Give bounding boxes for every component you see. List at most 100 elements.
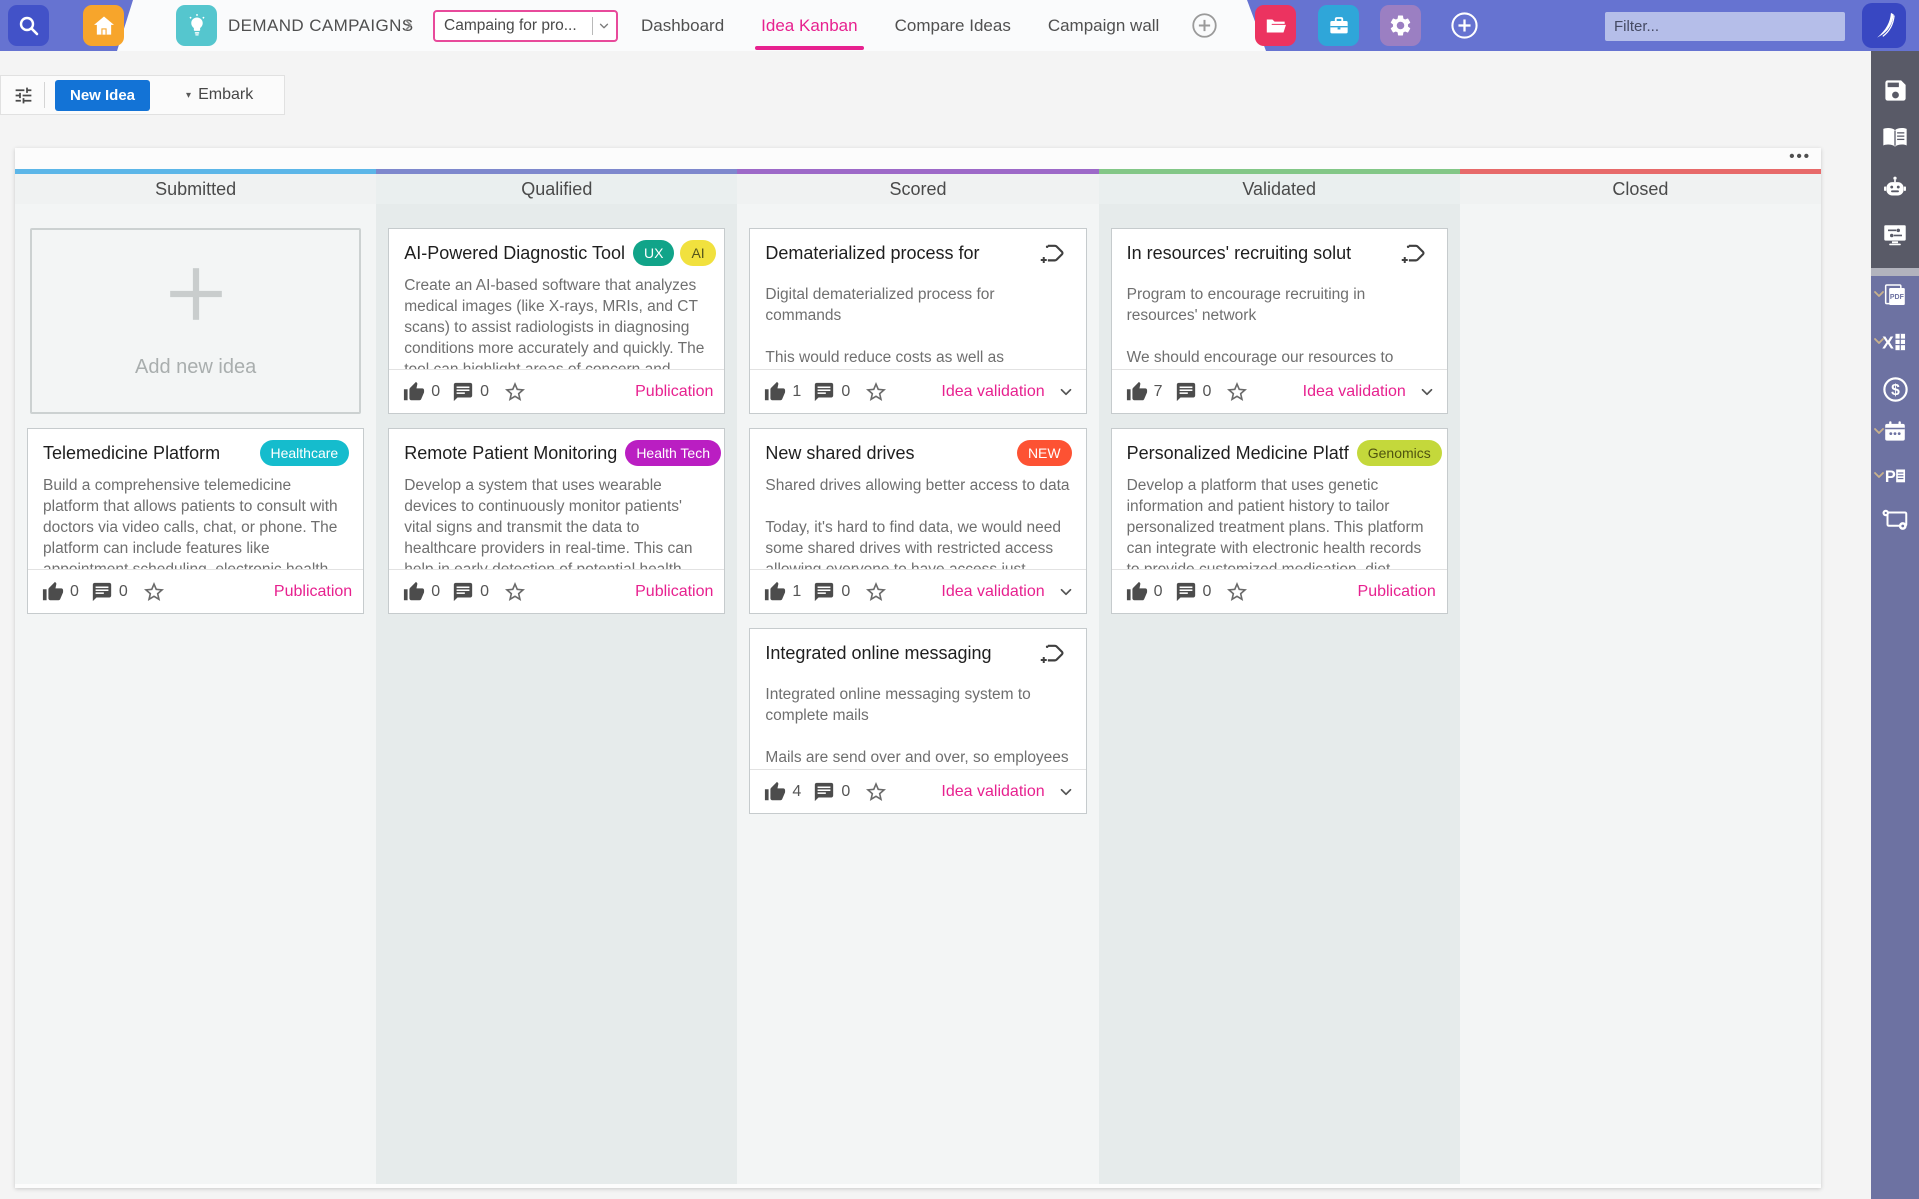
powerpoint-export-button[interactable]: P — [1871, 459, 1919, 493]
add-tag-icon[interactable] — [1036, 640, 1066, 675]
comment-icon[interactable] — [813, 581, 835, 603]
star-icon[interactable] — [864, 580, 888, 604]
workflow-state-link[interactable]: Idea validation — [941, 783, 1044, 801]
workflow-state-link[interactable]: Publication — [1358, 583, 1436, 601]
tab-compare-ideas[interactable]: Compare Ideas — [895, 0, 1011, 51]
workspace-button[interactable] — [1318, 5, 1359, 46]
workflow-state-link[interactable]: Idea validation — [1303, 383, 1406, 401]
campaign-app-button[interactable] — [176, 5, 217, 46]
briefcase-icon — [1326, 13, 1352, 39]
comments-count: 0 — [1202, 582, 1212, 600]
settings-button[interactable] — [1380, 5, 1421, 46]
column-scored: Scored Dematerialized process for Digita… — [737, 169, 1099, 1184]
svg-text:PDF: PDF — [1890, 294, 1905, 301]
search-button[interactable] — [8, 5, 49, 46]
thumbs-up-icon[interactable] — [764, 381, 786, 403]
profile-logo-button[interactable] — [1862, 3, 1906, 48]
display-settings-icon — [1881, 221, 1909, 249]
workflow-state-link[interactable]: Publication — [635, 383, 713, 401]
filter-input[interactable] — [1605, 12, 1845, 41]
embark-dropdown[interactable]: ▾ Embark — [186, 86, 253, 104]
category-badge: Genomics — [1356, 440, 1442, 466]
add-tag-icon[interactable] — [1397, 240, 1427, 275]
campaign-selector[interactable]: Campaing for pro... — [433, 10, 618, 42]
screencast-settings-button[interactable] — [1871, 503, 1919, 537]
chevron-down-icon[interactable] — [1057, 383, 1075, 401]
idea-card-ai-diagnostic[interactable]: AI-Powered Diagnostic Tool UX AI Create … — [388, 228, 726, 414]
tab-campaign-wall[interactable]: Campaign wall — [1048, 0, 1160, 51]
thumbs-up-icon[interactable] — [403, 381, 425, 403]
likes-count: 0 — [431, 582, 441, 600]
svg-text:P: P — [1885, 468, 1896, 486]
star-icon[interactable] — [142, 580, 166, 604]
chevron-down-icon[interactable] — [1418, 383, 1436, 401]
add-new-idea-button[interactable]: Add new idea — [30, 228, 362, 414]
search-icon — [17, 14, 41, 38]
thumbs-up-icon[interactable] — [1126, 581, 1148, 603]
thumbs-up-icon[interactable] — [42, 581, 64, 603]
comment-icon[interactable] — [813, 781, 835, 803]
star-icon[interactable] — [1225, 380, 1249, 404]
comments-count: 0 — [841, 382, 851, 400]
card-description: Mails are send over and over, so employe… — [765, 749, 1069, 767]
documentation-book-icon — [1881, 124, 1909, 152]
chevron-down-icon[interactable] — [1057, 583, 1075, 601]
star-icon[interactable] — [864, 780, 888, 804]
star-icon[interactable] — [864, 380, 888, 404]
likes-count: 1 — [792, 582, 802, 600]
calendar-export-button[interactable] — [1871, 415, 1919, 449]
add-app-button[interactable] — [1450, 11, 1479, 45]
tune-icon — [13, 85, 34, 106]
star-icon[interactable] — [503, 580, 527, 604]
column-header: Closed — [1459, 174, 1822, 204]
idea-card-online-messaging[interactable]: Integrated online messaging Integrated o… — [749, 628, 1087, 814]
comment-icon[interactable] — [1175, 381, 1197, 403]
idea-card-remote-monitoring[interactable]: Remote Patient Monitoring Health Tech De… — [388, 428, 726, 614]
card-description: Create an AI-based software that analyze… — [404, 277, 705, 369]
card-title: Remote Patient Monitoring — [404, 443, 618, 463]
tab-dashboard[interactable]: Dashboard — [641, 0, 724, 51]
new-idea-button[interactable]: New Idea — [55, 79, 151, 111]
excel-export-button[interactable]: X — [1871, 325, 1919, 359]
idea-card-recruiting[interactable]: In resources' recruiting solut Program t… — [1110, 228, 1448, 414]
assistant-robot-icon — [1881, 174, 1909, 202]
star-icon[interactable] — [503, 380, 527, 404]
pdf-export-button[interactable]: PDF — [1871, 278, 1919, 312]
thumbs-up-icon[interactable] — [1126, 381, 1148, 403]
workflow-state-link[interactable]: Publication — [274, 583, 352, 601]
star-icon[interactable] — [1225, 580, 1249, 604]
card-description: Program to encourage recruiting in resou… — [1126, 286, 1366, 325]
tab-idea-kanban[interactable]: Idea Kanban — [755, 0, 865, 51]
thumbs-up-icon[interactable] — [764, 781, 786, 803]
display-settings-button[interactable] — [1871, 218, 1919, 252]
idea-card-personalized-medicine[interactable]: Personalized Medicine Platf Genomics Dev… — [1110, 428, 1448, 614]
documents-button[interactable] — [1255, 5, 1296, 46]
card-title: Personalized Medicine Platf — [1126, 443, 1349, 463]
chevron-down-icon[interactable] — [1057, 783, 1075, 801]
filter-settings-button[interactable] — [13, 85, 34, 106]
thumbs-up-icon[interactable] — [403, 581, 425, 603]
board-more-options-icon[interactable]: ••• — [1789, 147, 1811, 167]
save-button[interactable] — [1871, 73, 1919, 107]
idea-card-shared-drives[interactable]: New shared drives NEW Shared drives allo… — [749, 428, 1087, 614]
thumbs-up-icon[interactable] — [764, 581, 786, 603]
comment-icon[interactable] — [452, 581, 474, 603]
workflow-state-link[interactable]: Idea validation — [941, 583, 1044, 601]
add-tag-icon[interactable] — [1036, 240, 1066, 275]
campaign-selector-value: Campaing for pro... — [444, 17, 577, 34]
comment-icon[interactable] — [91, 581, 113, 603]
comment-icon[interactable] — [1175, 581, 1197, 603]
comment-icon[interactable] — [452, 381, 474, 403]
documentation-button[interactable] — [1871, 121, 1919, 155]
workflow-state-link[interactable]: Idea validation — [941, 383, 1044, 401]
workflow-state-link[interactable]: Publication — [635, 583, 713, 601]
column-validated: Validated In resources' recruiting solut… — [1098, 169, 1460, 1184]
idea-card-dematerialized-process[interactable]: Dematerialized process for Digital demat… — [749, 228, 1087, 414]
add-tab-button[interactable] — [1191, 12, 1218, 44]
idea-card-telemedicine[interactable]: Telemedicine Platform Healthcare Build a… — [27, 428, 365, 614]
likes-count: 0 — [70, 582, 79, 600]
comment-icon[interactable] — [813, 381, 835, 403]
assistant-button[interactable] — [1871, 171, 1919, 205]
budget-button[interactable]: $ — [1871, 372, 1919, 406]
home-button[interactable] — [83, 5, 124, 46]
